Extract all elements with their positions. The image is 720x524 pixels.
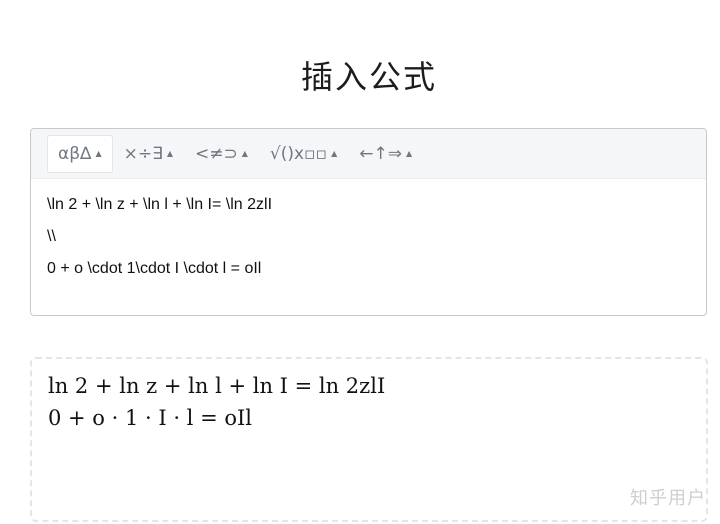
arrows-button[interactable]: ←↑⇒ ▲ [348, 135, 423, 173]
formula-editor: αβ∆ ▲ ×÷∃ ▲ <≠⊃ ▲ √()x▫▫ ▲ ←↑⇒ ▲ \ln 2 +… [30, 128, 707, 316]
caret-up-icon: ▲ [331, 149, 338, 158]
symbol-toolbar: αβ∆ ▲ ×÷∃ ▲ <≠⊃ ▲ √()x▫▫ ▲ ←↑⇒ ▲ [31, 129, 706, 179]
latex-line: 0 + o \cdot 1\cdot I \cdot l = oIl [47, 260, 262, 277]
greek-letters-icon: αβ∆ [58, 143, 92, 164]
preview-line: ln 2 + ln z + ln l + ln I = ln 2zlI [48, 374, 386, 398]
caret-up-icon: ▲ [95, 149, 102, 158]
arrows-icon: ←↑⇒ [359, 143, 402, 164]
latex-input[interactable]: \ln 2 + \ln z + \ln l + \ln I= \ln 2zlI … [31, 179, 706, 287]
watermark: 知乎用户 [630, 488, 706, 509]
operators-button[interactable]: ×÷∃ ▲ [113, 135, 184, 173]
greek-letters-button[interactable]: αβ∆ ▲ [47, 134, 113, 173]
page-title: 插入公式 [300, 58, 437, 96]
formula-preview: ln 2 + ln z + ln l + ln I = ln 2zlI 0 + … [30, 357, 708, 522]
latex-line: \ln 2 + \ln z + \ln l + \ln I= \ln 2zlI [47, 196, 273, 213]
structures-icon: √()x▫▫ [269, 143, 328, 164]
preview-line: 0 + o · 1 · I · l = oIl [48, 406, 253, 430]
latex-line: \\ [47, 228, 56, 245]
relations-icon: <≠⊃ [194, 143, 238, 164]
relations-button[interactable]: <≠⊃ ▲ [184, 135, 259, 173]
structures-button[interactable]: √()x▫▫ ▲ [259, 135, 348, 173]
operators-icon: ×÷∃ [123, 143, 163, 164]
caret-up-icon: ▲ [241, 149, 248, 158]
caret-up-icon: ▲ [166, 149, 173, 158]
caret-up-icon: ▲ [405, 149, 413, 158]
